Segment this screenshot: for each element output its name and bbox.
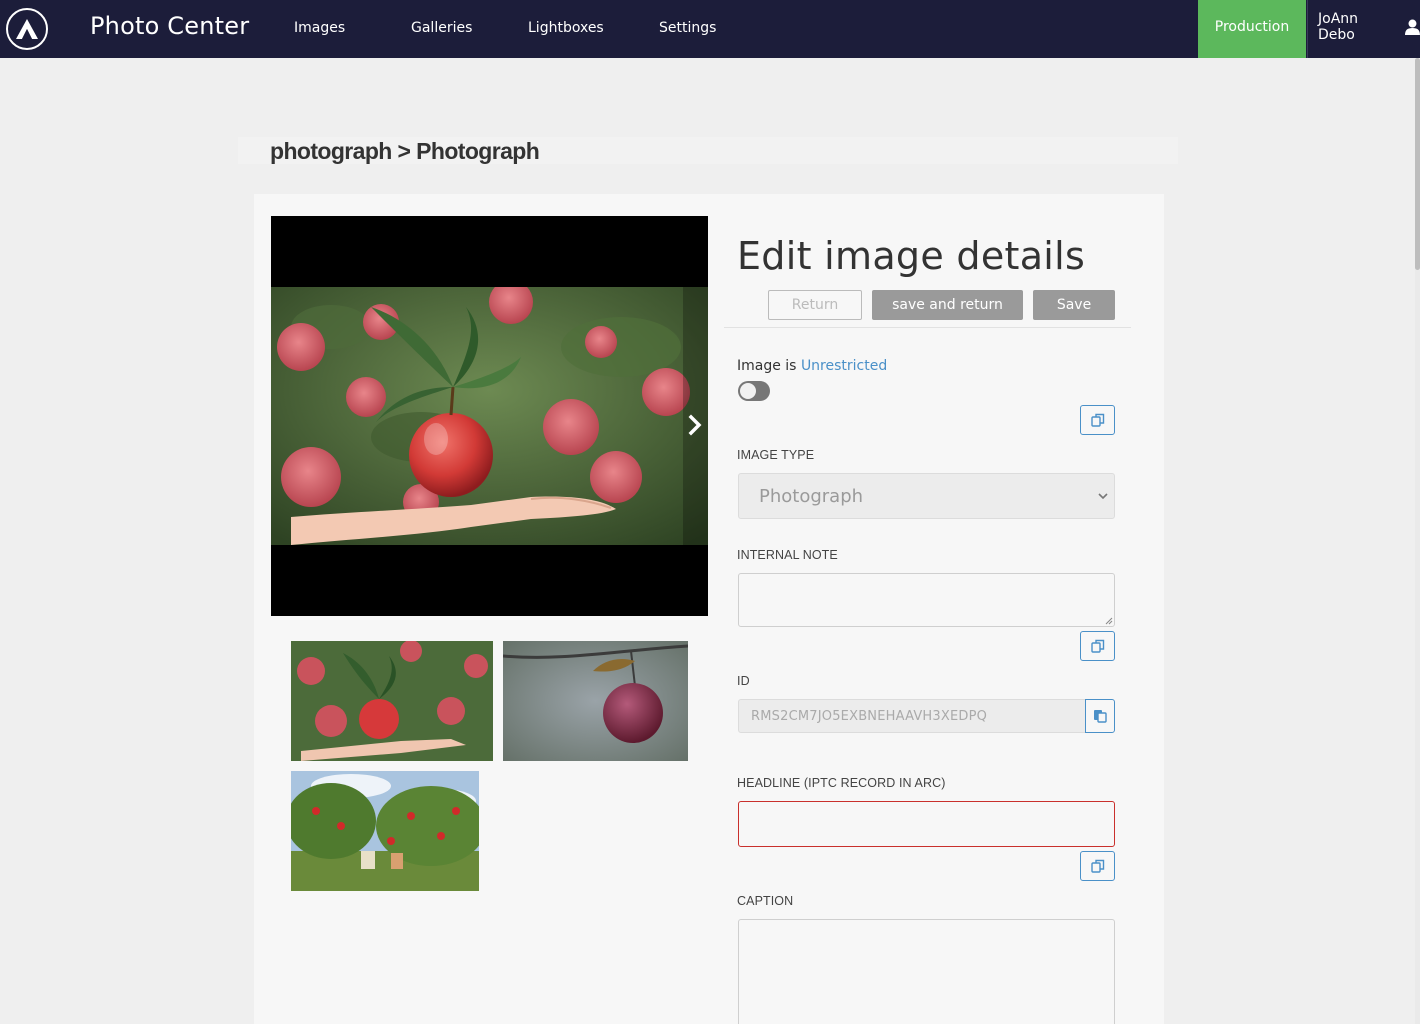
form-title: Edit image details: [737, 234, 1086, 278]
copy-icon: [1090, 639, 1104, 653]
thumbnail-1[interactable]: [291, 641, 493, 761]
restriction-prefix: Image is: [737, 358, 797, 374]
copy-id-button[interactable]: [1085, 699, 1115, 733]
nav-item-galleries[interactable]: Galleries: [411, 20, 472, 36]
chevron-down-icon: [1098, 493, 1108, 500]
restriction-toggle[interactable]: [738, 381, 770, 401]
copy-icon: [1090, 859, 1104, 873]
internal-note-label: INTERNAL NOTE: [737, 548, 838, 562]
user-icon: [1405, 19, 1420, 35]
user-name: JoAnn Debo: [1318, 11, 1359, 43]
headline-label: HEADLINE (IPTC RECORD IN ARC): [737, 776, 946, 790]
copy-icon: [1090, 413, 1104, 427]
nav-item-images[interactable]: Images: [294, 20, 345, 36]
page-scrollbar[interactable]: [1415, 58, 1420, 1024]
internal-note-textarea[interactable]: [738, 573, 1115, 627]
id-field[interactable]: RMS2CM7JO5EXBNEHAAVH3XEDPQ: [738, 699, 1086, 733]
main-photo: [271, 287, 708, 545]
clipboard-icon: [1094, 710, 1107, 723]
restriction-status: Image is Unrestricted: [737, 358, 887, 374]
chevron-right-icon[interactable]: [685, 414, 705, 436]
environment-badge[interactable]: Production: [1198, 0, 1306, 58]
return-button[interactable]: Return: [768, 290, 862, 320]
app-title[interactable]: Photo Center: [90, 12, 249, 40]
image-type-select[interactable]: Photograph: [738, 473, 1115, 519]
nav-item-settings[interactable]: Settings: [659, 20, 716, 36]
nav-item-lightboxes[interactable]: Lightboxes: [528, 20, 604, 36]
thumbnail-3[interactable]: [291, 771, 479, 891]
image-type-value: Photograph: [759, 485, 864, 507]
save-and-return-button[interactable]: save and return: [872, 290, 1023, 320]
copy-internal-note-button[interactable]: [1080, 631, 1115, 661]
user-menu[interactable]: JoAnn Debo: [1307, 0, 1420, 58]
copy-headline-button[interactable]: [1080, 851, 1115, 881]
id-label: ID: [737, 674, 750, 688]
save-button[interactable]: Save: [1033, 290, 1115, 320]
image-viewer: [271, 216, 708, 616]
image-type-label: IMAGE TYPE: [737, 448, 815, 462]
thumbnail-2[interactable]: [503, 641, 688, 761]
arc-logo-icon[interactable]: [6, 8, 48, 50]
form-divider: [724, 327, 1131, 328]
caption-label: CAPTION: [737, 894, 794, 908]
breadcrumb: photograph > Photograph: [270, 138, 540, 164]
headline-input[interactable]: [738, 801, 1115, 847]
caption-textarea[interactable]: [738, 919, 1115, 1024]
resize-grip-icon[interactable]: [1105, 617, 1113, 625]
restriction-status-link[interactable]: Unrestricted: [801, 358, 887, 374]
copy-restriction-button[interactable]: [1080, 405, 1115, 435]
top-navigation-bar: Photo Center Images Galleries Lightboxes…: [0, 0, 1420, 58]
